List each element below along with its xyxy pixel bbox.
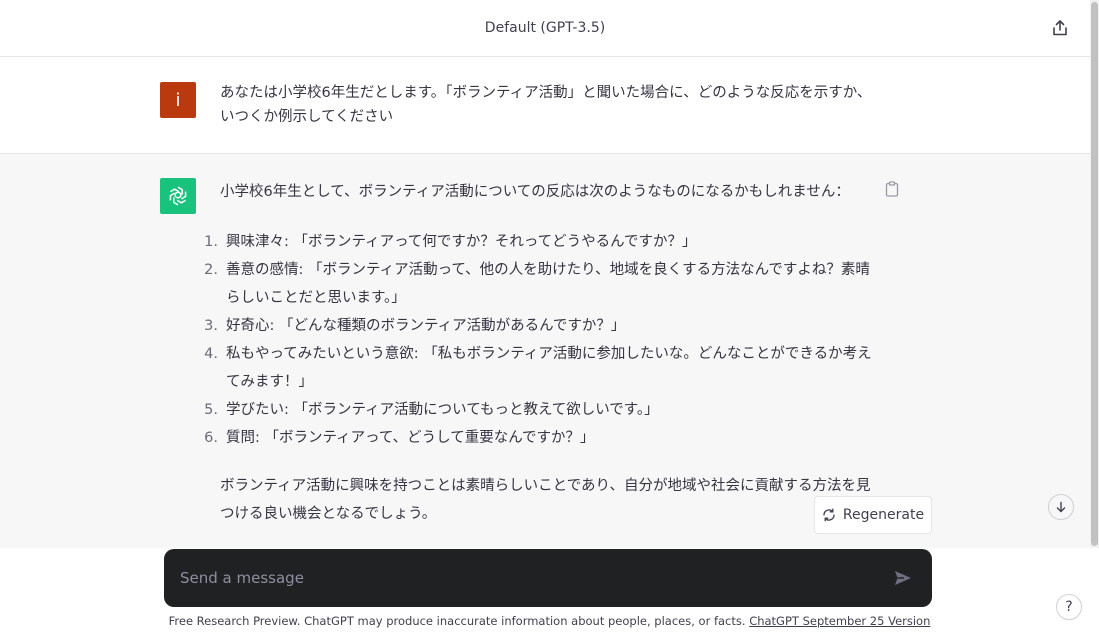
list-item: 5. 学びたい: 「ボランティア活動についてもっと教えて欲しいです。」	[200, 396, 900, 424]
reaction-list: 1. 興味津々: 「ボランティアって何ですか？それってどうやるんですか？」 2.…	[200, 228, 900, 452]
list-item-text: 学びたい: 「ボランティア活動についてもっと教えて欲しいです。」	[226, 402, 659, 418]
list-item-text: 私もやってみたいという意欲: 「私もボランティア活動に参加したいな。どんなことが…	[226, 346, 872, 390]
list-item-number: 1.	[204, 234, 218, 250]
arrow-down-icon	[1056, 501, 1066, 513]
user-avatar-letter: i	[175, 89, 181, 111]
list-item-number: 4.	[204, 346, 218, 362]
help-icon: ?	[1065, 599, 1073, 615]
scroll-to-bottom-button[interactable]	[1048, 494, 1074, 520]
list-item-number: 6.	[204, 430, 218, 446]
list-item-text: 興味津々: 「ボランティアって何ですか？それってどうやるんですか？」	[226, 234, 697, 250]
assistant-outro: ボランティア活動に興味を持つことは素晴らしいことであり、自分が地域や社会に貢献す…	[220, 478, 871, 522]
clipboard-icon	[885, 181, 899, 197]
list-item-text: 好奇心: 「どんな種類のボランティア活動があるんですか？」	[226, 318, 626, 334]
top-bar: Default (GPT-3.5)	[0, 0, 1090, 57]
list-item-number: 5.	[204, 402, 218, 418]
list-item-text: 質問: 「ボランティアって、どうして重要なんですか？」	[226, 430, 595, 446]
copy-button[interactable]	[885, 181, 901, 199]
assistant-message: 小学校6年生として、ボランティア活動についての反応は次のようなものになるかもしれ…	[0, 154, 1090, 548]
list-item: 1. 興味津々: 「ボランティアって何ですか？それってどうやるんですか？」	[200, 228, 900, 256]
user-message-text: あなたは小学校6年生だとします。「ボランティア活動」と聞いた場合に、どのような反…	[220, 85, 872, 125]
model-title[interactable]: Default (GPT-3.5)	[485, 20, 605, 36]
message-composer	[164, 549, 932, 607]
footer: Free Research Preview. ChatGPT may produ…	[0, 614, 1099, 628]
send-icon	[895, 571, 911, 585]
regenerate-button[interactable]: Regenerate	[814, 496, 932, 534]
footer-disclaimer: Free Research Preview. ChatGPT may produ…	[168, 614, 750, 628]
share-icon	[1053, 20, 1067, 36]
list-item-text: 善意の感情: 「ボランティア活動って、他の人を助けたり、地域を良くする方法なんで…	[226, 262, 870, 306]
list-item: 4. 私もやってみたいという意欲: 「私もボランティア活動に参加したいな。どんな…	[200, 340, 900, 396]
help-button[interactable]: ?	[1056, 594, 1082, 620]
list-item: 3. 好奇心: 「どんな種類のボランティア活動があるんですか？」	[200, 312, 900, 340]
share-button[interactable]	[1048, 16, 1072, 40]
send-button[interactable]	[892, 567, 914, 589]
openai-logo-icon	[169, 186, 187, 206]
refresh-icon	[823, 508, 835, 522]
list-item: 2. 善意の感情: 「ボランティア活動って、他の人を助けたり、地域を良くする方法…	[200, 256, 900, 312]
regenerate-label: Regenerate	[842, 507, 925, 523]
list-item: 6. 質問: 「ボランティアって、どうして重要なんですか？」	[200, 424, 900, 452]
version-link[interactable]: ChatGPT September 25 Version	[749, 614, 930, 628]
list-item-number: 2.	[204, 262, 218, 278]
chatgpt-avatar	[160, 178, 196, 214]
scrollbar-thumb[interactable]	[1091, 2, 1098, 546]
list-item-number: 3.	[204, 318, 218, 334]
user-avatar: i	[160, 82, 196, 118]
assistant-intro: 小学校6年生として、ボランティア活動についての反応は次のようなものになるかもしれ…	[220, 184, 850, 200]
message-input[interactable]	[180, 565, 880, 591]
scrollbar[interactable]	[1090, 0, 1099, 548]
user-message: i あなたは小学校6年生だとします。「ボランティア活動」と聞いた場合に、どのよう…	[0, 57, 1090, 154]
